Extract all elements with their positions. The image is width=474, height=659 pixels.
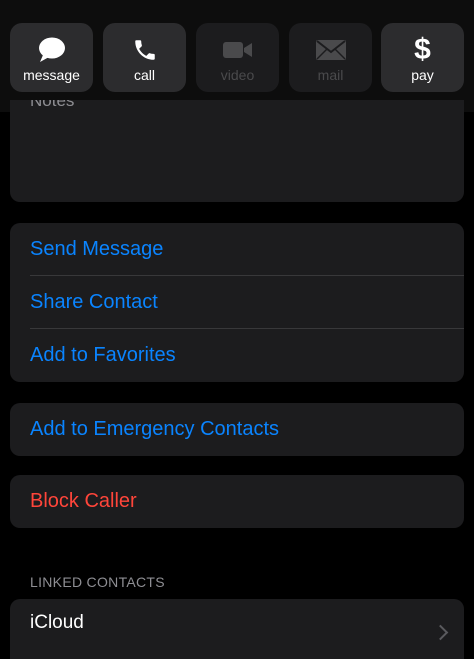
action-bar: message call video mail $ pay — [0, 0, 474, 112]
notes-label: Notes — [30, 100, 75, 110]
video-button[interactable]: video — [196, 23, 279, 92]
message-button[interactable]: message — [10, 23, 93, 92]
phone-icon — [132, 36, 158, 64]
pay-label: pay — [411, 67, 434, 83]
mail-envelope-icon — [315, 36, 347, 64]
share-contact-button[interactable]: Share Contact — [10, 276, 464, 329]
dollar-icon: $ — [414, 33, 431, 66]
mail-button[interactable]: mail — [289, 23, 372, 92]
call-label: call — [133, 67, 155, 83]
pay-button[interactable]: $ pay — [381, 23, 464, 92]
add-to-favorites-button[interactable]: Add to Favorites — [10, 329, 464, 382]
emergency-card: Add to Emergency Contacts — [10, 403, 464, 456]
linked-contact-label: iCloud — [30, 612, 84, 633]
block-caller-button[interactable]: Block Caller — [10, 475, 464, 528]
notes-card[interactable]: Notes — [10, 100, 464, 202]
message-bubble-icon — [37, 36, 67, 64]
mail-label: mail — [317, 67, 344, 83]
call-button[interactable]: call — [103, 23, 186, 92]
linked-contacts-header: LINKED CONTACTS — [30, 574, 165, 590]
linked-contacts-card: iCloud — [10, 599, 464, 659]
contact-actions-card: Send Message Share Contact Add to Favori… — [10, 223, 464, 382]
message-label: message — [23, 67, 80, 83]
add-to-emergency-contacts-button[interactable]: Add to Emergency Contacts — [10, 403, 464, 456]
block-card: Block Caller — [10, 475, 464, 528]
chevron-right-icon — [432, 624, 449, 641]
send-message-button[interactable]: Send Message — [10, 223, 464, 276]
video-label: video — [220, 67, 255, 83]
video-camera-icon — [222, 36, 254, 64]
